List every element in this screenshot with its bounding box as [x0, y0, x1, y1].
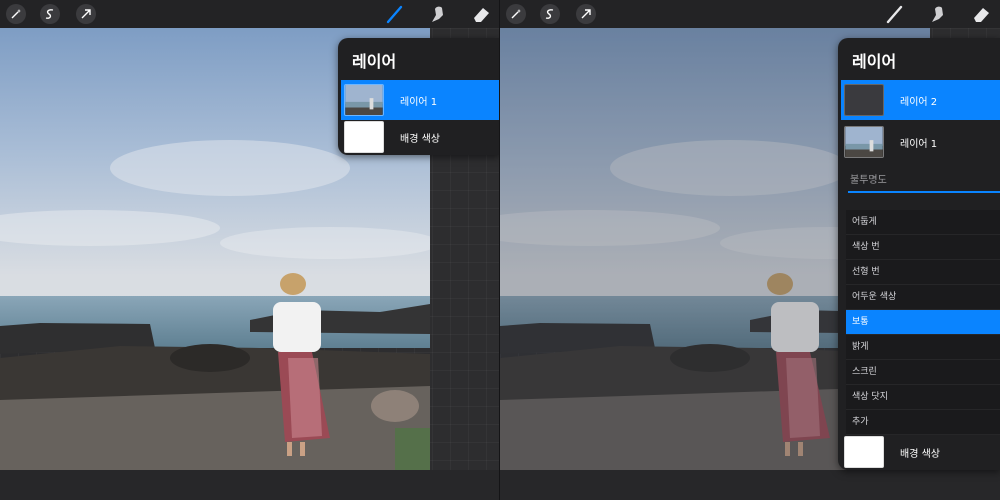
bottom-strip [0, 470, 500, 500]
smudge-icon[interactable] [427, 3, 449, 25]
transform-arrow-icon[interactable] [76, 4, 96, 24]
bottom-strip [500, 470, 1000, 500]
selection-icon[interactable] [40, 4, 60, 24]
layer-row-1[interactable]: 레이어 1 [841, 122, 1000, 162]
layer-name: 레이어 1 [400, 96, 438, 108]
right-pane: 레이어 레이어 2 레이어 1 불투명도 어둡게 색상 번 선형 번 어두운 색상 보통… [500, 0, 1000, 500]
blend-mode-list: 어둡게 색상 번 선형 번 어두운 색상 보통 밝게 스크린 색상 닷지 추가 [846, 210, 1000, 435]
layer-name: 배경 색상 [900, 448, 940, 460]
left-pane: 레이어 레이어 1 배경 색상 [0, 0, 500, 500]
layer-row-1[interactable]: 레이어 1 [341, 80, 500, 120]
blend-mode-item[interactable]: 어둡게 [846, 210, 1000, 235]
opacity-slider[interactable] [848, 191, 1000, 193]
layers-panel: 레이어 레이어 1 배경 색상 [338, 38, 500, 155]
brush-icon[interactable] [384, 3, 406, 25]
layer-row-background[interactable]: 배경 색상 [341, 117, 500, 157]
blend-mode-item[interactable]: 보통 [846, 310, 1000, 335]
top-toolbar [0, 0, 500, 28]
smudge-icon[interactable] [927, 3, 949, 25]
magic-wand-icon[interactable] [6, 4, 26, 24]
selection-icon[interactable] [540, 4, 560, 24]
panel-title: 레이어 [852, 52, 897, 71]
layer-thumbnail [344, 84, 384, 116]
transform-arrow-icon[interactable] [576, 4, 596, 24]
magic-wand-icon[interactable] [506, 4, 526, 24]
layer-thumbnail [844, 436, 884, 468]
blend-mode-item[interactable]: 선형 번 [846, 260, 1000, 285]
layer-name: 레이어 2 [900, 96, 938, 108]
opacity-label: 불투명도 [850, 175, 887, 186]
layers-panel: 레이어 레이어 2 레이어 1 불투명도 어둡게 색상 번 선형 번 어두운 색상 보통… [838, 38, 1000, 470]
blend-mode-item[interactable]: 색상 번 [846, 235, 1000, 260]
layer-thumbnail [844, 126, 884, 158]
blend-mode-item[interactable]: 어두운 색상 [846, 285, 1000, 310]
layer-name: 배경 색상 [400, 133, 440, 145]
layer-row-background[interactable]: 배경 색상 [841, 432, 1000, 472]
layer-row-2[interactable]: 레이어 2 [841, 80, 1000, 120]
layer-name: 레이어 1 [900, 138, 938, 150]
blend-mode-item[interactable]: 스크린 [846, 360, 1000, 385]
eraser-icon[interactable] [470, 3, 492, 25]
panel-title: 레이어 [352, 52, 397, 71]
blend-mode-item[interactable]: 밝게 [846, 335, 1000, 360]
layer-thumbnail [844, 84, 884, 116]
eraser-icon[interactable] [970, 3, 992, 25]
brush-icon[interactable] [884, 3, 906, 25]
layer-thumbnail [344, 121, 384, 153]
top-toolbar [500, 0, 1000, 28]
blend-mode-item[interactable]: 색상 닷지 [846, 385, 1000, 410]
